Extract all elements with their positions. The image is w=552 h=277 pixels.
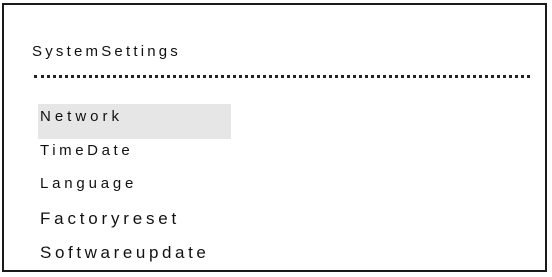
menu-item-software-update[interactable]: Softwareupdate xyxy=(40,243,209,263)
menu-item-network[interactable]: Network xyxy=(38,104,231,139)
menu-item-language[interactable]: Language xyxy=(40,175,137,192)
settings-panel: SystemSettings Network TimeDate Language… xyxy=(2,3,547,272)
menu-item-label: Factoryreset xyxy=(40,209,181,228)
panel-title: SystemSettings xyxy=(32,43,182,60)
menu-item-label: TimeDate xyxy=(40,142,134,159)
menu-item-label: Network xyxy=(40,108,124,125)
menu-item-factory-reset[interactable]: Factoryreset xyxy=(40,209,180,229)
title-divider xyxy=(34,75,530,78)
menu-item-label: Softwareupdate xyxy=(40,243,210,262)
menu-item-timedate[interactable]: TimeDate xyxy=(40,142,133,159)
menu-item-label: Language xyxy=(40,175,138,192)
